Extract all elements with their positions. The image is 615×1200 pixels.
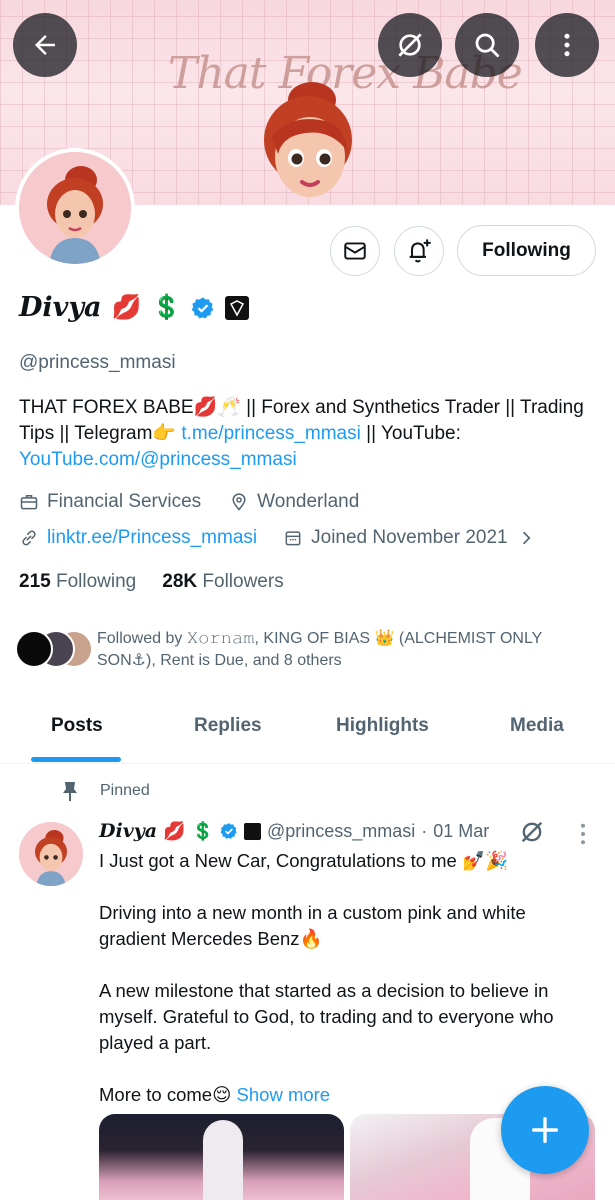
chevron-right-icon[interactable] (516, 528, 536, 548)
following-count: 215 (19, 571, 51, 592)
message-button[interactable] (330, 226, 380, 276)
tweet-grok-icon[interactable] (518, 818, 546, 846)
tweet-header: Divya 💋 💲 @princess_mmasi · 01 Mar (99, 820, 489, 842)
mutual-avatar-1 (15, 630, 53, 668)
name-emoji-lips: 💋 (111, 293, 142, 321)
active-tab-indicator (31, 757, 121, 762)
link-icon (22, 530, 36, 546)
tweet-author-avatar[interactable] (19, 822, 83, 886)
profile-handle: @princess_mmasi (19, 352, 176, 373)
tweet-separator-dot: · (421, 820, 428, 841)
followed-by-avatars (15, 628, 95, 668)
followed-by-row[interactable]: Followed by 𝚇𝚘𝚛𝚗𝚊𝚖, KING OF BIAS 👑 (ALCH… (15, 628, 595, 672)
tweet-paragraph-1: I Just got a New Car, Congratulations to… (99, 850, 509, 871)
verified-badge-icon[interactable] (191, 296, 215, 320)
tweet-text: I Just got a New Car, Congratulations to… (99, 848, 589, 1108)
mail-icon (344, 242, 366, 260)
tweet-more-to-come: More to come😌 (99, 1084, 237, 1105)
profile-location: Wonderland (257, 491, 360, 512)
tweet-affiliate-badge (243, 822, 261, 840)
bell-plus-icon (409, 239, 431, 263)
tab-media[interactable]: Media (510, 715, 564, 737)
followers-count-label: Followers (202, 571, 284, 592)
profile-joined-date: Joined November 2021 (311, 527, 508, 548)
profile-name: Divya (19, 292, 102, 323)
profile-website-link[interactable]: linktr.ee/Princess_mmasi (47, 527, 257, 549)
pinned-label: Pinned (100, 782, 150, 799)
bio-telegram-link[interactable]: t.me/princess_mmasi (181, 423, 361, 444)
following-button[interactable]: Following (457, 225, 596, 276)
plus-icon (531, 1116, 559, 1144)
following-count-label: Following (55, 571, 137, 592)
profile-name-row: Divya 💋 💲 (19, 292, 250, 323)
pinned-indicator: Pinned (60, 780, 150, 802)
tweet-name-emoji-dollar: 💲 (191, 821, 214, 841)
profile-meta-row-1: Financial Services Wonderland (19, 491, 359, 513)
profile-bio: THAT FOREX BABE💋🥂 || Forex and Synthetic… (19, 395, 589, 473)
media-1-figure (203, 1120, 243, 1200)
tweet-paragraph-3: A new milestone that started as a decisi… (99, 980, 554, 1053)
search-icon (475, 33, 499, 57)
tab-highlights[interactable]: Highlights (336, 715, 429, 737)
profile-tabs: Posts Replies Highlights Media (0, 700, 615, 764)
affiliate-logo-icon (230, 299, 245, 317)
back-button[interactable] (13, 13, 77, 77)
bio-youtube-link[interactable]: YouTube.com/@princess_mmasi (19, 449, 297, 470)
tab-posts[interactable]: Posts (51, 715, 103, 737)
bio-text-2: || YouTube: (360, 423, 461, 444)
avatar-illustration (19, 152, 131, 264)
search-button[interactable] (455, 13, 519, 77)
tweet-verified-badge-icon (220, 823, 237, 839)
pin-icon (63, 782, 77, 801)
back-arrow-icon (35, 35, 55, 55)
compose-post-button[interactable] (501, 1086, 589, 1174)
calendar-icon (285, 531, 301, 546)
tweet-paragraph-2: Driving into a new month in a custom pin… (99, 902, 526, 949)
grok-icon (398, 33, 422, 57)
tweet-author-name[interactable]: Divya (99, 820, 157, 842)
tweet-media-1[interactable] (99, 1114, 344, 1200)
tweet-author-handle: @princess_mmasi (266, 820, 416, 841)
show-more-link[interactable]: Show more (237, 1084, 331, 1105)
profile-avatar[interactable] (15, 148, 135, 268)
briefcase-icon (20, 495, 38, 510)
follow-counts: 215 Following 28K Followers (19, 571, 284, 593)
following-count-link[interactable]: 215 Following (19, 571, 136, 593)
more-options-button[interactable] (535, 13, 599, 77)
profile-category: Financial Services (47, 491, 202, 512)
tweet-name-emoji-lips: 💋 (163, 821, 186, 841)
banner-character-illustration (264, 82, 352, 197)
tweet-avatar-illustration (19, 822, 83, 886)
followers-count-link[interactable]: 28K Followers (162, 571, 283, 593)
affiliate-badge[interactable] (225, 295, 250, 320)
followers-count: 28K (162, 571, 198, 592)
more-vertical-icon (564, 33, 570, 57)
followed-by-text: Followed by 𝚇𝚘𝚛𝚗𝚊𝚖, KING OF BIAS 👑 (ALCH… (97, 630, 543, 669)
profile-meta-row-2: linktr.ee/Princess_mmasi Joined November… (19, 527, 536, 549)
grok-button[interactable] (378, 13, 442, 77)
tweet-more-icon[interactable] (572, 820, 594, 848)
location-pin-icon (232, 493, 246, 511)
name-emoji-dollar: 💲 (151, 293, 182, 321)
notifications-button[interactable] (394, 226, 444, 276)
tab-replies[interactable]: Replies (194, 715, 262, 737)
tweet-date: 01 Mar (433, 820, 490, 841)
